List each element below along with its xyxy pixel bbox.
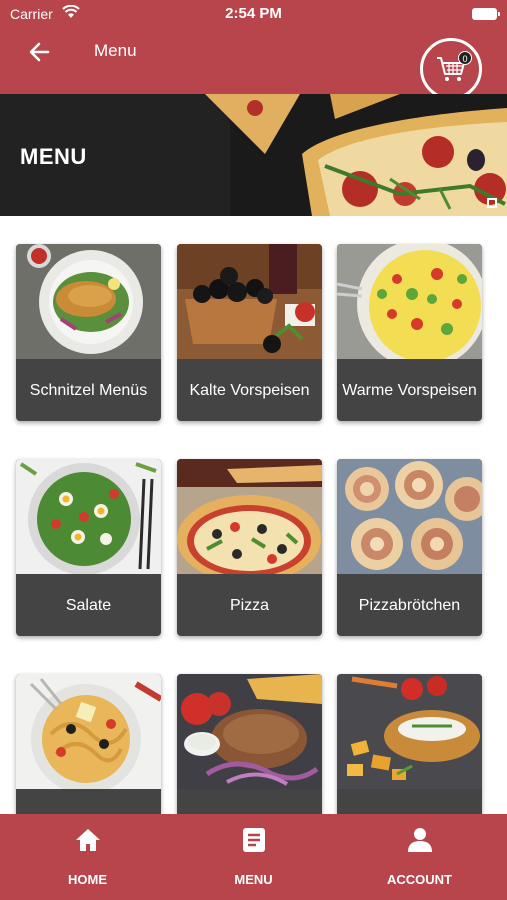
bottom-navigation: HOME MENU ACCOUNT xyxy=(0,814,507,900)
menu-document-icon xyxy=(243,828,265,852)
cart-count-badge: 0 xyxy=(458,51,472,65)
category-card-kalte-vorspeisen[interactable]: Kalte Vorspeisen xyxy=(177,244,322,421)
status-time: 2:54 PM xyxy=(225,5,282,22)
nav-account-label: ACCOUNT xyxy=(387,872,452,887)
page-title: Menu xyxy=(94,41,137,60)
cart-button[interactable]: 0 xyxy=(420,38,482,100)
category-label: Pizza xyxy=(229,596,270,614)
category-card-gyros[interactable] xyxy=(177,674,322,815)
category-card-pizza[interactable]: Pizza xyxy=(177,459,322,636)
user-icon xyxy=(408,828,432,852)
banner-title: MENU xyxy=(20,144,87,169)
schnitzel-image xyxy=(16,244,161,359)
pizza-image xyxy=(177,459,322,574)
menu-banner: MENU xyxy=(0,94,507,216)
gyros-image xyxy=(177,674,322,789)
home-icon xyxy=(76,829,100,851)
back-button[interactable] xyxy=(26,38,54,66)
nav-menu-label: MENU xyxy=(234,872,273,887)
category-label: Salate xyxy=(65,596,112,614)
nav-home-label: HOME xyxy=(68,872,107,887)
category-grid: Schnitzel Menüs Kalte Vorspeisen Warme V… xyxy=(0,230,507,815)
category-card-schnitzel-platte[interactable] xyxy=(337,674,482,815)
category-card-warme-vorspeisen[interactable]: Warme Vorspeisen xyxy=(337,244,482,421)
category-label: Kalte Vorspeisen xyxy=(189,381,310,399)
schnitzel-potatoes-image xyxy=(337,674,482,789)
category-label: Warme Vorspeisen xyxy=(342,381,477,399)
category-card-salate[interactable]: Salate xyxy=(16,459,161,636)
pasta-image xyxy=(16,674,161,789)
olives-cheese-image xyxy=(177,244,322,359)
category-label xyxy=(177,789,322,815)
battery-icon xyxy=(472,8,500,20)
fullscreen-icon xyxy=(487,198,497,208)
status-bar: Carrier 2:54 PM xyxy=(0,0,507,28)
category-card-pizzabroetchen[interactable]: Pizzabrötchen xyxy=(337,459,482,636)
casserole-image xyxy=(337,244,482,359)
salad-image xyxy=(16,459,161,574)
nav-home[interactable]: HOME xyxy=(3,814,172,900)
category-label: Schnitzel Menüs xyxy=(29,381,148,399)
nav-menu[interactable]: MENU xyxy=(169,814,338,900)
app-header: Carrier 2:54 PM Menu 0 xyxy=(0,0,507,100)
nav-account[interactable]: ACCOUNT xyxy=(335,814,504,900)
category-card-pasta[interactable] xyxy=(16,674,161,815)
category-label: Pizzabrötchen xyxy=(358,596,461,614)
category-label xyxy=(16,789,161,815)
category-card-schnitzel[interactable]: Schnitzel Menüs xyxy=(16,244,161,421)
pizza-rolls-image xyxy=(337,459,482,574)
arrow-left-icon xyxy=(29,42,50,62)
category-label xyxy=(337,789,482,815)
